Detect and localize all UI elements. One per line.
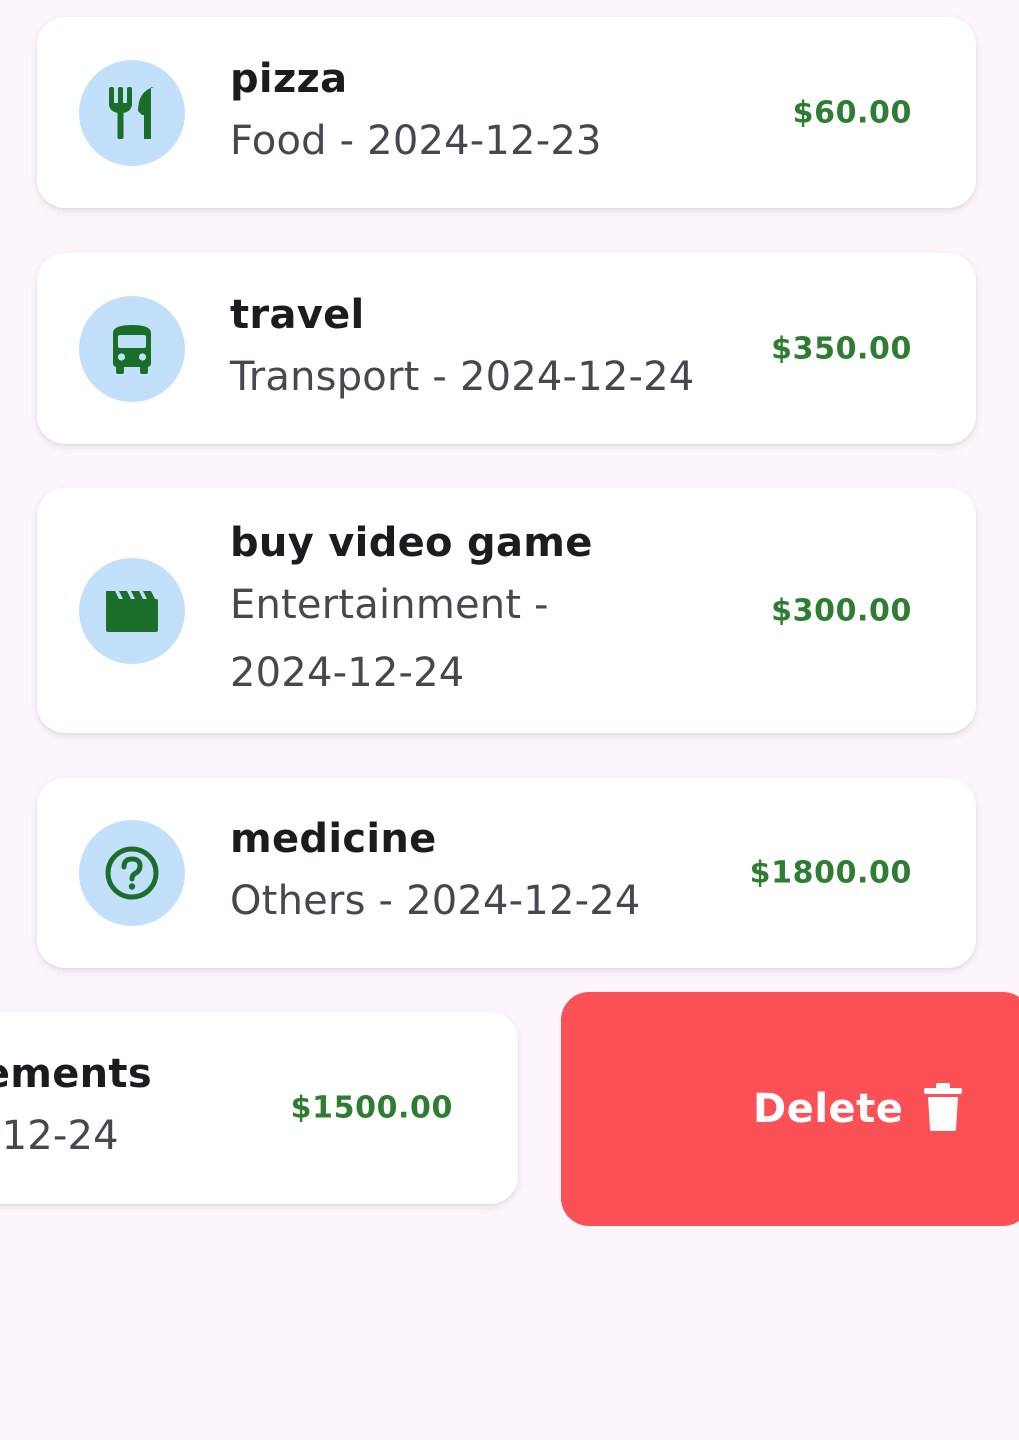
expense-amount: $300.00 <box>771 593 912 628</box>
expense-text: buy video game Entertainment - 2024-12-2… <box>230 515 593 707</box>
expense-card-buy-video-game[interactable]: buy video game Entertainment - 2024-12-2… <box>37 488 976 733</box>
category-avatar <box>79 820 185 926</box>
expense-subtitle: Food - 2024-12-23 <box>230 117 602 164</box>
expense-card-swiped[interactable]: uirements 024-12-24 $1500.00 <box>0 1012 518 1204</box>
expense-text: uirements 024-12-24 <box>0 1046 252 1170</box>
trash-icon <box>923 1082 963 1136</box>
delete-label: Delete <box>753 1086 904 1132</box>
delete-swipe-action[interactable]: Delete <box>561 992 1019 1226</box>
category-avatar <box>79 59 185 166</box>
expense-amount: $350.00 <box>771 331 912 366</box>
expense-subtitle: 024-12-24 <box>0 1113 119 1159</box>
expense-amount: $1800.00 <box>749 855 912 891</box>
expense-subtitle: Others - 2024-12-24 <box>230 878 641 924</box>
expense-title: pizza <box>230 55 348 102</box>
expense-text: pizza Food - 2024-12-23 <box>230 51 602 175</box>
expense-amount: $60.00 <box>792 95 912 130</box>
expense-text: travel Transport - 2024-12-24 <box>230 287 694 411</box>
expense-title: travel <box>230 291 365 338</box>
restaurant-icon <box>106 85 158 141</box>
expense-amount: $1500.00 <box>290 1090 453 1126</box>
expense-title: buy video game <box>230 519 593 566</box>
expense-card-medicine[interactable]: medicine Others - 2024-12-24 $1800.00 <box>37 778 976 968</box>
movie-clapper-icon <box>105 589 159 633</box>
expense-title: medicine <box>230 816 437 862</box>
expense-subtitle: Transport - 2024-12-24 <box>230 353 695 400</box>
expense-list-screen: pizza Food - 2024-12-23 $60.00 travel Tr… <box>0 0 1019 1440</box>
expense-title: uirements <box>0 1051 152 1097</box>
expense-card-travel[interactable]: travel Transport - 2024-12-24 $350.00 <box>37 253 976 444</box>
expense-text: medicine Others - 2024-12-24 <box>230 811 641 935</box>
category-avatar <box>79 557 185 664</box>
expense-card-pizza[interactable]: pizza Food - 2024-12-23 $60.00 <box>37 17 976 208</box>
help-circle-icon <box>104 845 160 901</box>
bus-icon <box>109 323 155 375</box>
expense-subtitle: Entertainment - 2024-12-24 <box>230 581 549 696</box>
category-avatar <box>79 295 185 402</box>
